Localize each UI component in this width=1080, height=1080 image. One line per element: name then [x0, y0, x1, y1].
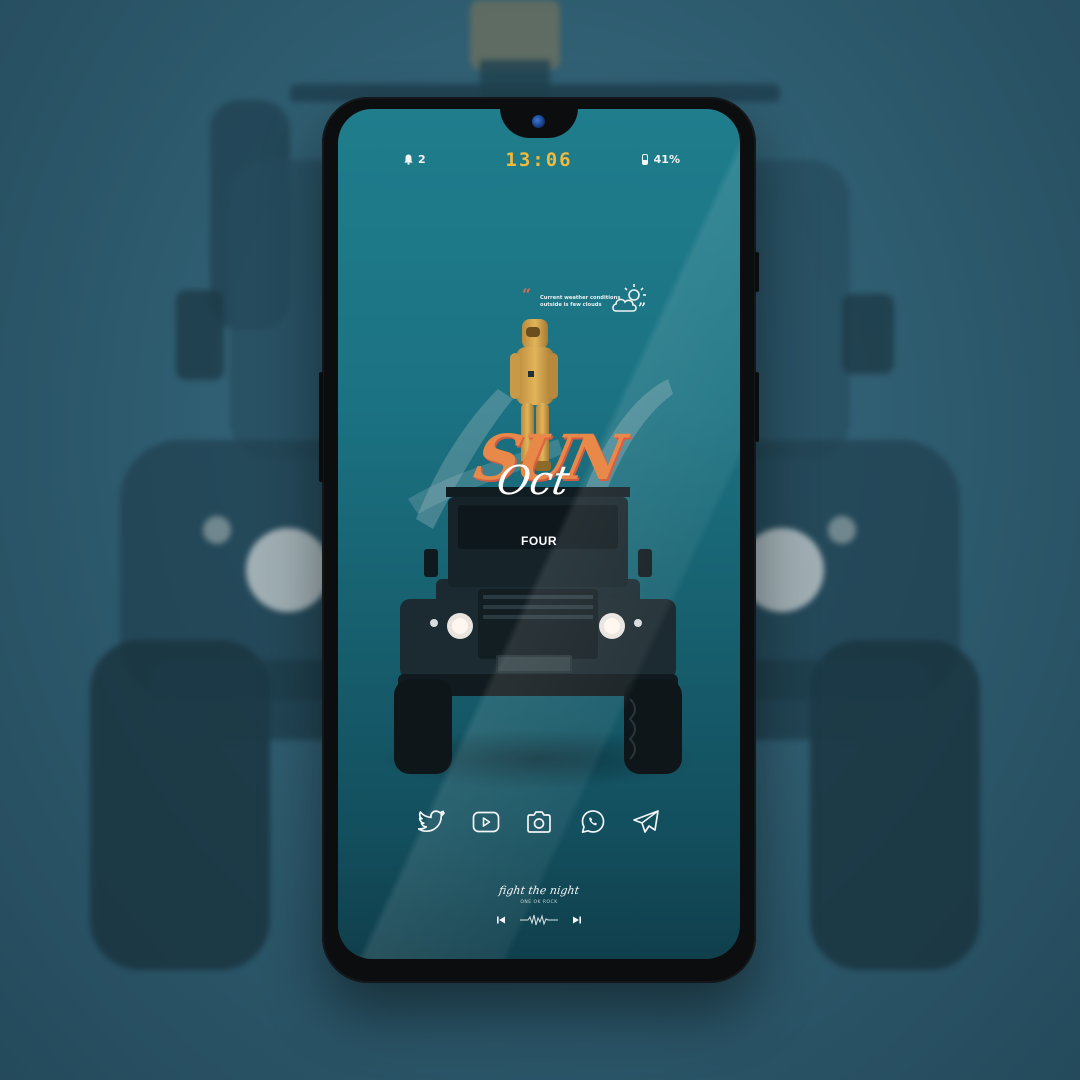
- quote-open-icon: “: [522, 285, 532, 304]
- artist-name: ONE OK ROCK: [520, 900, 558, 905]
- volume-button: [319, 372, 323, 482]
- waveform-icon: [520, 914, 558, 926]
- next-button[interactable]: [570, 914, 584, 926]
- power-button: [755, 252, 759, 292]
- weather-widget[interactable]: “ Current weather conditions outside is …: [522, 284, 662, 331]
- music-widget: fight the night ONE OK ROCK: [338, 879, 740, 939]
- month-label: Oct: [493, 458, 573, 504]
- camera-icon: [527, 811, 551, 833]
- previous-button[interactable]: [494, 914, 508, 926]
- front-camera-icon: [532, 115, 545, 128]
- phone-frame: 2 13:06 41% “ Current weather conditions…: [319, 97, 759, 983]
- twitter-app[interactable]: [416, 806, 448, 838]
- song-title[interactable]: fight the night: [498, 884, 580, 897]
- youtube-app[interactable]: [470, 806, 502, 838]
- battery-indicator: 41%: [641, 153, 680, 166]
- phone-screen: 2 13:06 41% “ Current weather conditions…: [338, 109, 740, 959]
- volume-button-right: [755, 372, 759, 442]
- quote-close-icon: ”: [638, 301, 647, 317]
- whatsapp-icon: [581, 810, 604, 834]
- playback-controls: [338, 913, 740, 927]
- telegram-icon: [633, 810, 659, 833]
- app-dock: [416, 806, 662, 838]
- day-of-month: FOUR: [521, 534, 557, 548]
- battery-percent: 41%: [653, 153, 680, 166]
- telegram-app[interactable]: [630, 806, 662, 838]
- next-icon: [573, 916, 581, 924]
- youtube-icon: [472, 811, 499, 833]
- battery-icon: [641, 154, 648, 165]
- whatsapp-app[interactable]: [577, 806, 609, 838]
- previous-icon: [497, 916, 505, 924]
- twitter-icon: [418, 810, 445, 833]
- camera-app[interactable]: [523, 806, 555, 838]
- status-bar: 2 13:06 41%: [338, 149, 740, 173]
